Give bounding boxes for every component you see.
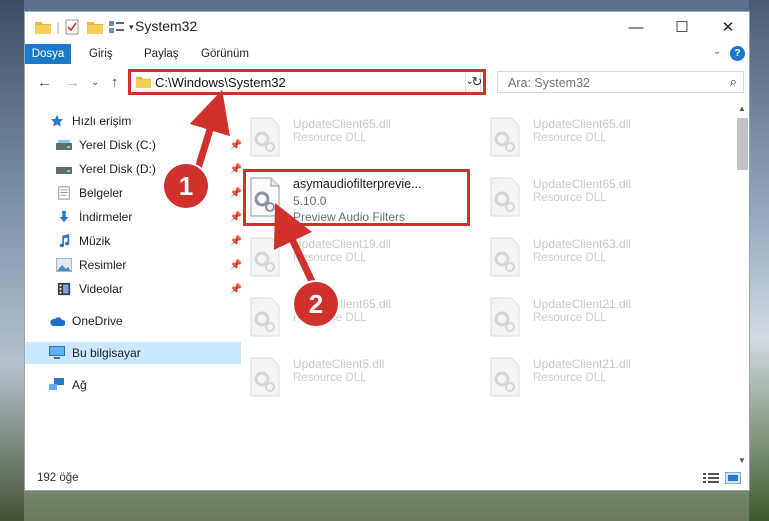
annotation-arrow-1 (189, 89, 230, 177)
annotation-arrows (189, 89, 320, 292)
step-callout-2: 2 (294, 282, 338, 326)
step-callout-1: 1 (164, 164, 208, 208)
annotation-arrow-2 (273, 202, 320, 292)
